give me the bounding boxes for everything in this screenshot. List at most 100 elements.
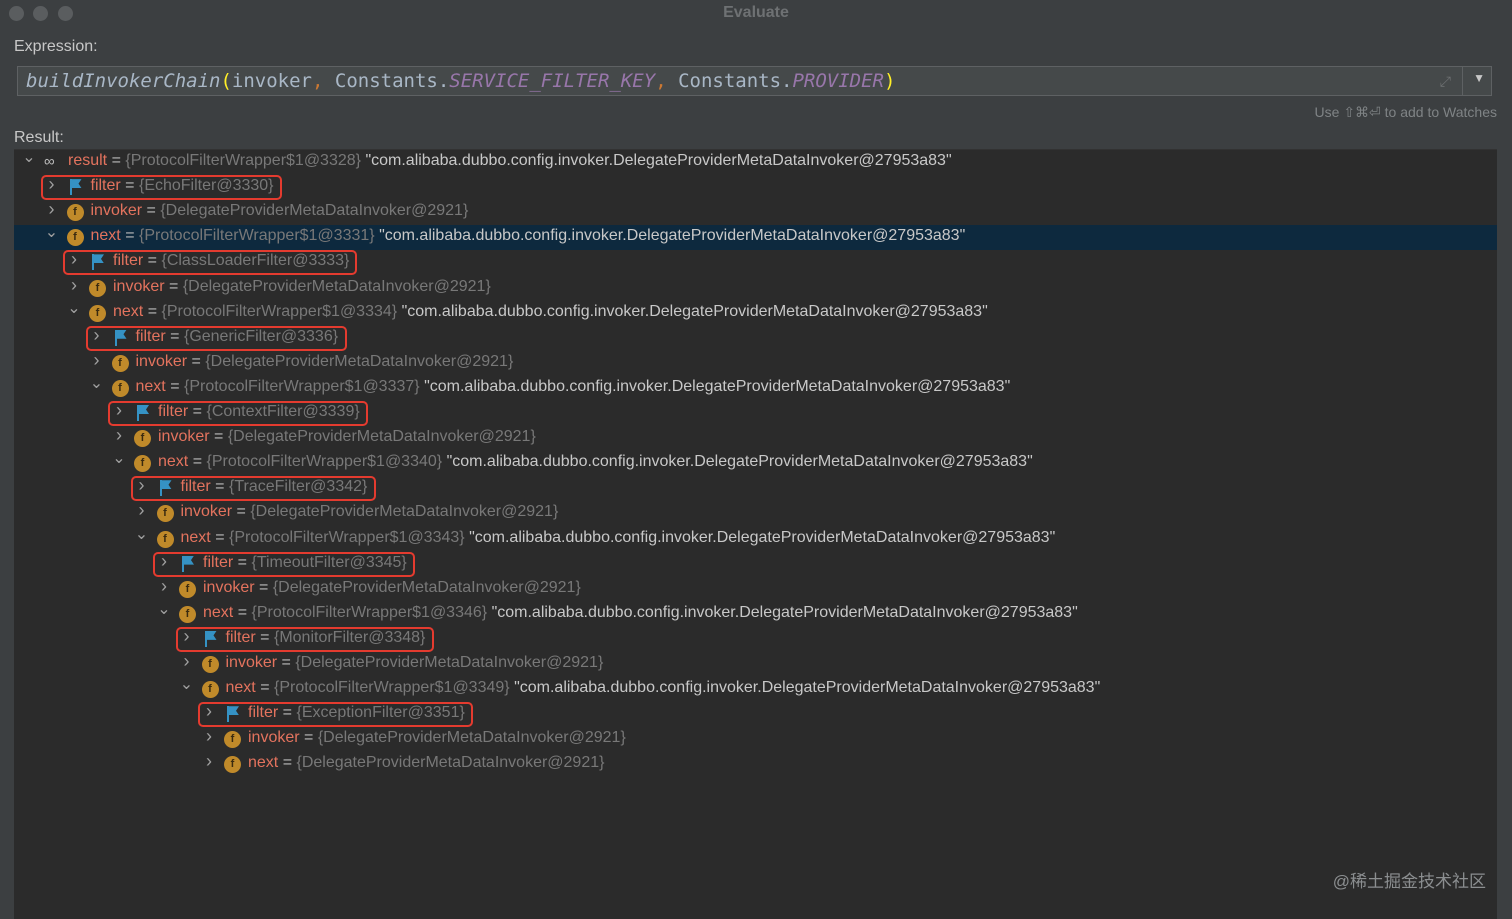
collapse-chevron-icon[interactable]: ⌄	[135, 524, 149, 544]
tree-row-text: invoker = {DelegateProviderMetaDataInvok…	[180, 503, 559, 521]
tree-row[interactable]: › f invoker = {DelegateProviderMetaDataInv…	[14, 425, 1497, 451]
expand-chevron-icon[interactable]: ›	[90, 350, 104, 371]
tree-row-text: filter = {TimeoutFilter@3345}	[203, 553, 407, 571]
tree-row[interactable]: › f invoker = {DelegateProviderMetaDataInv…	[14, 576, 1497, 602]
tree-row[interactable]: ⌄ f next = {ProtocolFilterWrapper$1@3331} …	[14, 222, 1497, 251]
tree-row[interactable]: › f invoker = {DelegateProviderMetaDataInv…	[14, 350, 1497, 376]
variable-type: {MonitorFilter@3348}	[273, 628, 426, 646]
collapse-chevron-icon[interactable]: ⌄	[112, 448, 126, 468]
expand-chevron-icon[interactable]: ›	[45, 199, 59, 220]
tree-row[interactable]: › f invoker = {DelegateProviderMetaDataInv…	[14, 199, 1497, 225]
variable-type: {DelegateProviderMetaDataInvoker@2921}	[205, 352, 514, 370]
tree-row-text: invoker = {DelegateProviderMetaDataInvok…	[225, 654, 604, 671]
tree-row[interactable]: › filter = {EchoFilter@3330}	[14, 174, 1497, 200]
expression-text[interactable]: buildInvokerChain(invoker, Constants.SER…	[26, 70, 895, 92]
variable-string-value: "com.alibaba.dubbo.config.invoker.Delega…	[419, 377, 1011, 395]
expand-chevron-icon[interactable]: ›	[202, 726, 216, 747]
variable-name: invoker	[248, 729, 300, 747]
dropdown-divider	[1462, 67, 1463, 95]
tree-row-text: next = {ProtocolFilterWrapper$1@3337} "c…	[135, 377, 1011, 395]
collapse-chevron-icon[interactable]: ⌄	[22, 147, 36, 167]
tree-row[interactable]: ⌄ f next = {ProtocolFilterWrapper$1@3346} …	[14, 599, 1497, 627]
result-tree[interactable]: ⌄ ∞ result = {ProtocolFilterWrapper$1@3328…	[14, 149, 1497, 919]
collapse-chevron-icon[interactable]: ⌄	[67, 298, 81, 318]
variable-type: {ProtocolFilterWrapper$1@3346}	[251, 603, 488, 621]
variable-name: next	[90, 227, 121, 245]
tree-row[interactable]: › f invoker = {DelegateProviderMetaDataInv…	[14, 726, 1497, 752]
collapse-chevron-icon[interactable]: ⌄	[157, 599, 171, 619]
expand-editor-icon[interactable]: ⤢	[1440, 73, 1451, 90]
tree-row-text: invoker = {DelegateProviderMetaDataInvok…	[158, 428, 536, 446]
collapse-chevron-icon[interactable]: ⌄	[45, 222, 59, 242]
expand-chevron-icon[interactable]: ›	[157, 551, 171, 572]
expand-chevron-icon[interactable]: ›	[45, 174, 59, 195]
history-dropdown-icon[interactable]: ▼	[1473, 71, 1485, 85]
expand-chevron-icon[interactable]: ›	[180, 626, 194, 647]
field-icon: f	[111, 354, 129, 372]
flag-icon	[202, 630, 218, 648]
collapse-chevron-icon[interactable]: ⌄	[90, 373, 104, 393]
variable-name: filter	[180, 478, 211, 496]
tree-row[interactable]: › f invoker = {DelegateProviderMetaDataInv…	[14, 500, 1497, 526]
field-icon: f	[134, 430, 151, 448]
variable-type: {ProtocolFilterWrapper$1@3340}	[206, 453, 443, 471]
expression-input[interactable]: buildInvokerChain(invoker, Constants.SER…	[17, 66, 1492, 96]
tree-row[interactable]: › filter = {TraceFilter@3342}	[14, 475, 1497, 501]
window-title: Evaluate	[723, 4, 789, 21]
expand-chevron-icon[interactable]: ›	[157, 576, 171, 597]
flag-icon	[67, 178, 83, 196]
tree-row[interactable]: ⌄ f next = {ProtocolFilterWrapper$1@3343} …	[14, 524, 1497, 552]
expand-chevron-icon[interactable]: ›	[202, 751, 216, 772]
variable-name: filter	[158, 403, 189, 420]
collapse-chevron-icon[interactable]: ⌄	[180, 674, 194, 694]
expand-chevron-icon[interactable]: ›	[135, 475, 149, 496]
tree-row[interactable]: › filter = {GenericFilter@3336}	[14, 325, 1497, 351]
tree-row[interactable]: ⌄ f next = {ProtocolFilterWrapper$1@3334} …	[14, 298, 1497, 326]
tree-row[interactable]: › filter = {MonitorFilter@3348}	[14, 626, 1497, 652]
variable-type: {DelegateProviderMetaDataInvoker@2921}	[160, 202, 469, 220]
field-icon: f	[179, 580, 196, 598]
variable-name: next	[203, 603, 234, 621]
expand-chevron-icon[interactable]: ›	[90, 325, 104, 346]
tree-row[interactable]: › f next = {DelegateProviderMetaDataInvoke…	[14, 751, 1497, 777]
expand-chevron-icon[interactable]: ›	[180, 651, 194, 672]
tree-row[interactable]: › filter = {ClassLoaderFilter@3333}	[14, 249, 1497, 275]
tree-row[interactable]: › f invoker = {DelegateProviderMetaDataInv…	[14, 651, 1497, 677]
field-icon: f	[89, 304, 106, 322]
tree-row[interactable]: ⌄ f next = {ProtocolFilterWrapper$1@3337} …	[14, 373, 1497, 401]
expand-chevron-icon[interactable]: ›	[202, 701, 216, 722]
tree-row-text: invoker = {DelegateProviderMetaDataInvok…	[203, 578, 581, 596]
expand-chevron-icon[interactable]: ›	[112, 400, 126, 421]
result-label: Result:	[14, 129, 64, 146]
expression-label: Expression:	[14, 38, 98, 55]
variable-type: {ProtocolFilterWrapper$1@3349}	[273, 679, 510, 697]
variable-name: next	[180, 528, 211, 546]
variable-type: {ProtocolFilterWrapper$1@3331}	[138, 227, 375, 245]
variable-name: invoker	[135, 352, 188, 370]
field-icon: f	[89, 279, 106, 297]
variable-type: {EchoFilter@3330}	[138, 177, 274, 195]
expand-chevron-icon[interactable]: ›	[67, 249, 81, 270]
expand-chevron-icon[interactable]: ›	[135, 500, 149, 521]
tree-row-text: filter = {ContextFilter@3339}	[158, 403, 360, 420]
field-icon: f	[179, 605, 196, 623]
variable-string-value: "com.alibaba.dubbo.config.invoker.Delega…	[374, 227, 966, 245]
tree-row[interactable]: › filter = {ContextFilter@3339}	[14, 400, 1497, 426]
tree-row[interactable]: › filter = {ExceptionFilter@3351}	[14, 701, 1497, 727]
field-icon: f	[66, 229, 84, 247]
field-icon: f	[111, 379, 129, 397]
variable-name: next	[225, 679, 256, 697]
tree-row-text: invoker = {DelegateProviderMetaDataInvok…	[113, 277, 491, 295]
tree-row[interactable]: ⌄ f next = {ProtocolFilterWrapper$1@3349} …	[14, 674, 1497, 702]
tree-row[interactable]: › filter = {TimeoutFilter@3345}	[14, 551, 1497, 577]
tree-row[interactable]: › f invoker = {DelegateProviderMetaDataInv…	[14, 275, 1497, 301]
field-icon: f	[134, 455, 151, 473]
expand-chevron-icon[interactable]: ›	[67, 275, 81, 296]
tree-row[interactable]: ⌄ ∞ result = {ProtocolFilterWrapper$1@3328…	[14, 147, 1497, 175]
variable-name: next	[113, 302, 144, 320]
expand-chevron-icon[interactable]: ›	[112, 425, 126, 446]
flag-icon	[179, 555, 195, 573]
variable-name: invoker	[180, 503, 233, 521]
tree-row[interactable]: ⌄ f next = {ProtocolFilterWrapper$1@3340} …	[14, 448, 1497, 476]
variable-type: {DelegateProviderMetaDataInvoker@2921}	[227, 428, 536, 446]
